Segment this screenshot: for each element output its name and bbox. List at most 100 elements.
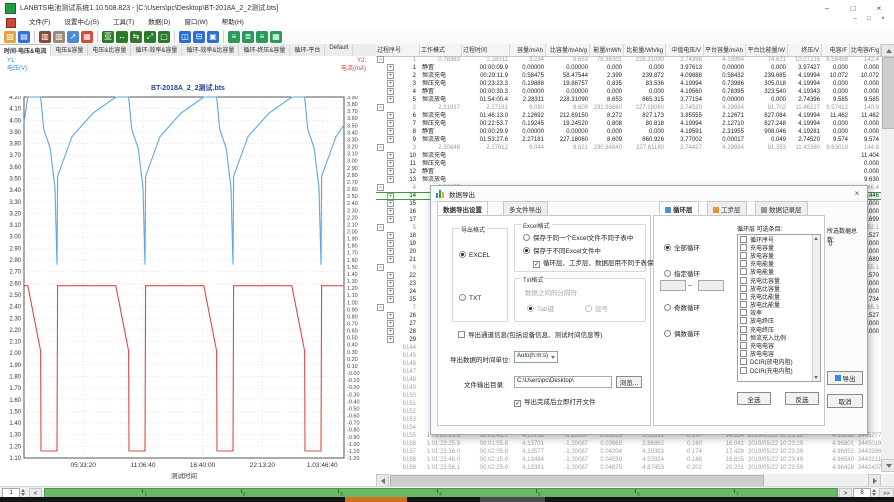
step-row[interactable]: +3恒压充电00:23:23.30.1988819.887570.83583.5… [376, 80, 881, 88]
column-header-12[interactable]: 比电容/F/g [850, 44, 881, 56]
radio-all-cycles[interactable]: 全部循环 [664, 242, 700, 252]
collapse-icon[interactable]: − [377, 104, 384, 111]
table-hscrollbar[interactable] [376, 474, 894, 486]
expand-icon[interactable]: + [387, 193, 394, 199]
expand-icon[interactable]: + [387, 168, 394, 175]
end-page-spinner[interactable] [870, 488, 877, 497]
expand-icon[interactable]: + [387, 320, 394, 327]
expand-icon[interactable]: + [387, 216, 394, 223]
item-checkbox[interactable] [740, 317, 747, 324]
hscroll-thumb[interactable] [390, 475, 764, 486]
item-checkbox[interactable] [740, 334, 747, 341]
tile-horizontal-icon[interactable]: ⊟ [193, 31, 205, 43]
step-row[interactable]: +2恒流充电00:29:11.90.5847558.475442.399239.… [376, 72, 881, 80]
expand-icon[interactable]: + [387, 120, 394, 127]
axes-setup-icon[interactable]: 亚 [102, 31, 114, 43]
vscroll-thumb[interactable] [882, 57, 894, 129]
step-row[interactable]: +10恒流充电11.404 [376, 152, 881, 160]
menu-item-2[interactable]: 工具(T) [106, 16, 141, 29]
expand-icon[interactable]: + [387, 312, 394, 319]
check-open-after-export[interactable]: 导出完成后立即打开文件 [514, 396, 596, 407]
item-checkbox[interactable] [740, 244, 747, 251]
item-checkbox[interactable] [740, 301, 747, 308]
collapse-icon[interactable]: − [377, 224, 384, 231]
item-checkbox[interactable] [740, 285, 747, 292]
chart-tab-1[interactable]: 电压&容量 [51, 44, 88, 56]
item-checkbox[interactable] [740, 260, 747, 267]
expand-icon[interactable]: + [387, 128, 394, 135]
dialog-close-icon[interactable]: × [851, 188, 863, 199]
item-checkbox[interactable] [740, 350, 747, 357]
browse-button[interactable]: 浏览... [616, 376, 642, 388]
column-header-0[interactable]: 过程序号 [376, 44, 420, 56]
child-restore-button[interactable]: □ [862, 16, 876, 22]
chart-plot[interactable]: 4.204.104.003.903.803.703.603.503.403.30… [0, 96, 376, 486]
cancel-button[interactable]: 取消 [827, 394, 863, 408]
menu-item-5[interactable]: 帮助(H) [215, 16, 251, 29]
item-checkbox[interactable] [740, 293, 747, 300]
expand-icon[interactable]: + [387, 272, 394, 279]
cycle-range-end-input[interactable] [698, 280, 724, 291]
column-header-1[interactable]: 工作模式 [420, 44, 462, 56]
radio-odd-cycles[interactable]: 奇数循环 [664, 302, 700, 312]
column-header-8[interactable]: 平台容量/mAh [704, 44, 746, 56]
minimize-button[interactable]: – [814, 1, 840, 15]
radio-comma-separator[interactable]: 逗号 [585, 303, 608, 313]
tile-vertical-icon[interactable]: ◫ [179, 31, 191, 43]
column-header-5[interactable]: 能量/mWh [590, 44, 624, 56]
zoom-horizontal-icon[interactable]: ↔ [116, 31, 128, 43]
chart-tab-6[interactable]: 循环-平台 [290, 44, 325, 56]
device-monitor-icon[interactable]: ▥ [39, 31, 51, 43]
save-icon[interactable]: ▤ [18, 31, 30, 43]
child-close-button[interactable]: × [876, 16, 890, 22]
item-checkbox[interactable] [740, 326, 747, 333]
chart-tab-2[interactable]: 电压&比容量 [88, 44, 131, 56]
expand-icon[interactable]: + [387, 160, 394, 167]
item-checkbox[interactable] [740, 358, 747, 365]
item-checkbox[interactable] [740, 252, 747, 259]
check-separate-sheets[interactable]: 循环层、工步层、数据层用不同子表保存 [533, 257, 660, 268]
cycle-range-start-input[interactable] [660, 280, 686, 291]
cascade-windows-icon[interactable]: ▣ [207, 31, 219, 43]
collapse-icon[interactable]: − [377, 264, 384, 271]
page-spinner[interactable] [19, 488, 26, 497]
record-row[interactable]: 91591.01:23:56.100:02:25.94.13391-1.2008… [376, 464, 894, 472]
chart-tab-3[interactable]: 循环-效率&容量 [131, 44, 182, 56]
cycle-item-16[interactable]: DCIR(充电内阻) [738, 366, 820, 374]
split-axis-icon[interactable]: ⇆ [130, 31, 142, 43]
child-minimize-button[interactable]: – [848, 16, 862, 22]
expand-icon[interactable]: + [387, 328, 394, 335]
table-vscrollbar[interactable] [881, 44, 894, 472]
expand-icon[interactable]: + [387, 240, 394, 247]
region-select-icon[interactable]: ▢ [158, 31, 170, 43]
expand-icon[interactable]: + [387, 296, 394, 303]
scroll-up-icon[interactable] [881, 44, 894, 57]
item-checkbox[interactable] [740, 367, 747, 374]
scroll-right-icon[interactable] [868, 474, 881, 486]
column-header-7[interactable]: 中值电压/V [666, 44, 704, 56]
expand-icon[interactable]: + [387, 256, 394, 263]
step-row[interactable]: +8静置00:00:29.90.000000.000000.0000.0004.… [376, 128, 881, 136]
radio-diff-excel-file[interactable]: 保存于不同Excel文件中 [523, 245, 601, 255]
expand-icon[interactable]: + [387, 280, 394, 287]
collapse-icon[interactable]: − [377, 184, 384, 191]
column-header-2[interactable]: 过程时间 [462, 44, 510, 56]
expand-icon[interactable]: + [387, 176, 394, 183]
list-scrollbar[interactable] [812, 235, 820, 381]
cycle-row[interactable]: −32.308482.276129.0448.621230.84840227.6… [376, 144, 881, 152]
radio-tab-separator[interactable]: Tab键 [527, 303, 554, 313]
radio-specified-cycles[interactable]: 指定循环 [664, 268, 700, 278]
radio-same-excel-file[interactable]: 保存于同一个Excel文件不同子表中 [523, 232, 633, 242]
column-header-4[interactable]: 比容量/mAh/g [546, 44, 590, 56]
expand-icon[interactable]: + [387, 136, 394, 143]
record-row[interactable]: 91561.01:23:25.900:01:55.84.13701-1.2008… [376, 440, 894, 448]
close-button[interactable]: × [866, 1, 892, 15]
expand-icon[interactable]: + [387, 200, 394, 207]
tab-step-layer[interactable]: 工步层 [707, 201, 747, 215]
item-checkbox[interactable] [740, 309, 747, 316]
menu-item-3[interactable]: 数据(D) [141, 16, 177, 29]
tab-record-layer[interactable]: 数据记录层 [755, 201, 808, 215]
expand-icon[interactable]: + [387, 232, 394, 239]
step-row[interactable]: +13恒流放电9.630 [376, 176, 881, 184]
record-row[interactable]: 91571.01:23:36.000:02:05.84.13577-1.2008… [376, 448, 894, 456]
